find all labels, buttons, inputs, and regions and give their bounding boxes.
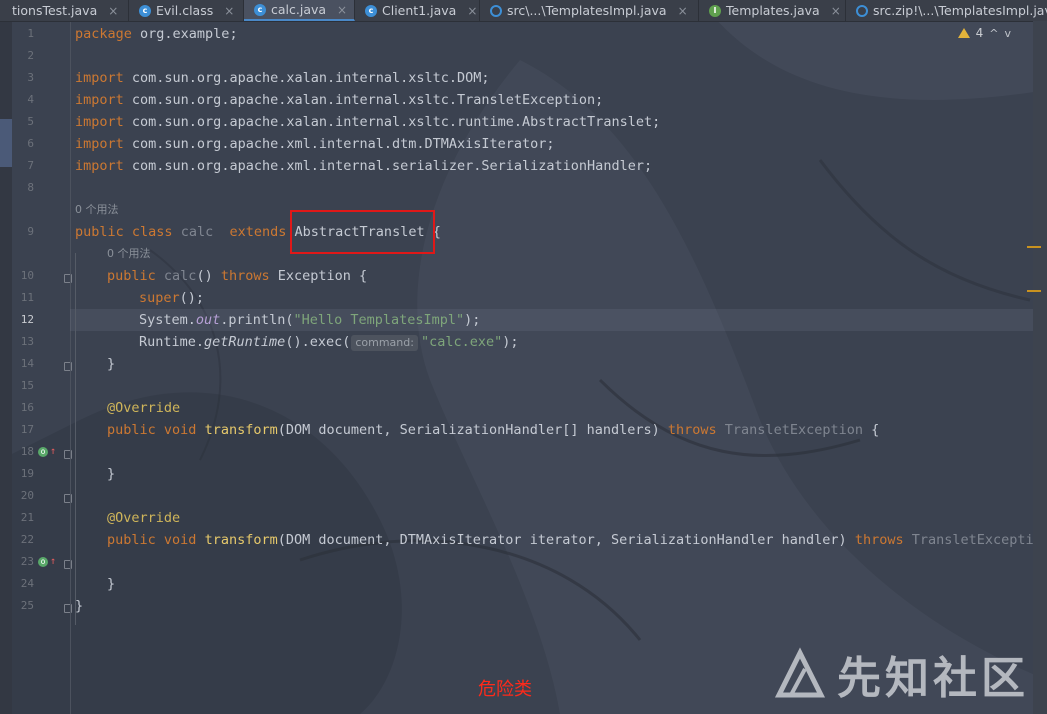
code-line-10: public calc() throws Exception { (107, 268, 368, 284)
code-line-14: } (107, 356, 116, 372)
line-number-current: 12 (20, 313, 34, 326)
annotation-caption: 危险类 (478, 679, 532, 700)
code-line-17: public void transform(DOM document, Seri… (107, 422, 880, 438)
class-c-icon: c (254, 3, 266, 16)
class-c-icon (490, 4, 502, 17)
chevron-up-icon[interactable]: ^ (989, 27, 998, 40)
warning-count: 4 (975, 26, 984, 40)
line-number: 19 (20, 467, 34, 480)
watermark-logo-icon (774, 647, 826, 698)
close-icon[interactable]: × (467, 4, 477, 18)
watermark: 先知社区 (773, 642, 1029, 706)
tab-src-templatesimpl[interactable]: src\...\TemplatesImpl.java × (480, 0, 699, 21)
gutter-divider (70, 21, 71, 714)
project-panel-edge[interactable] (0, 21, 12, 714)
class-c-icon: c (365, 4, 377, 17)
indent-guide (75, 253, 76, 625)
code-line-19: } (107, 466, 116, 482)
line-number: 23 (20, 555, 34, 568)
implements-arrow-icon[interactable]: ↑ (50, 447, 56, 457)
interface-i-icon: I (709, 4, 721, 17)
right-tool-strip[interactable] (1033, 21, 1047, 714)
line-number: 4 (27, 93, 34, 106)
line-number: 15 (20, 379, 34, 392)
line-number: 8 (27, 181, 34, 194)
override-icon[interactable]: o (38, 557, 48, 567)
code-line-16: @Override (107, 400, 181, 416)
tab-label: Templates.java (726, 3, 820, 18)
implements-arrow-icon[interactable]: ↑ (50, 557, 56, 567)
tab-label: Client1.java (382, 3, 457, 18)
line-number: 18 (20, 445, 34, 458)
tab-client1-java[interactable]: c Client1.java × (355, 0, 480, 21)
tab-templates-java[interactable]: I Templates.java × (699, 0, 846, 21)
code-line-5: import com.sun.org.apache.xalan.internal… (75, 114, 661, 130)
close-icon[interactable]: × (337, 3, 347, 17)
selection-marker (0, 119, 12, 167)
code-line-12: System.out.println("Hello TemplatesImpl"… (139, 312, 481, 328)
line-number: 11 (20, 291, 34, 304)
tab-label: tionsTest.java (12, 3, 98, 18)
code-line-21: @Override (107, 510, 181, 526)
line-number: 14 (20, 357, 34, 370)
tab-srczip-templatesimpl[interactable]: src.zip!\...\TemplatesImpl.java × (846, 0, 1047, 21)
code-line-4: import com.sun.org.apache.xalan.internal… (75, 92, 604, 108)
line-number: 10 (20, 269, 34, 282)
line-number: 7 (27, 159, 34, 172)
class-c-icon: c (139, 4, 151, 17)
line-number: 1 (27, 27, 34, 40)
tab-evil-class[interactable]: c Evil.class × (129, 0, 244, 21)
close-icon[interactable]: × (678, 4, 688, 18)
line-number: 20 (20, 489, 34, 502)
inspection-widget[interactable]: 4 ^ v (957, 26, 1011, 40)
code-line-11: super(); (139, 290, 205, 306)
line-number: 9 (27, 225, 34, 238)
code-line-25: } (75, 598, 84, 614)
usages-hint[interactable]: 0 个用法 (75, 199, 119, 221)
close-icon[interactable]: × (224, 4, 234, 18)
chevron-down-icon[interactable]: v (1004, 27, 1011, 40)
code-line-24: } (107, 576, 116, 592)
line-number: 3 (27, 71, 34, 84)
editor-tab-bar: tionsTest.java × c Evil.class × c calc.j… (0, 0, 1047, 22)
line-number: 5 (27, 115, 34, 128)
code-line-6: import com.sun.org.apache.xml.internal.d… (75, 136, 555, 152)
override-icon[interactable]: o (38, 447, 48, 457)
code-line-22: public void transform(DOM document, DTMA… (107, 532, 1047, 548)
tab-calc-java[interactable]: c calc.java × (244, 0, 355, 21)
line-number-gutter[interactable]: 1 2 3 4 5 6 7 8 9 10 11 12 13 14 15 16 1… (12, 21, 72, 714)
close-icon[interactable]: × (831, 4, 841, 18)
warning-icon (957, 28, 970, 38)
code-line-13: Runtime.getRuntime().exec(command: "calc.… (139, 334, 519, 351)
warning-stripe-marker[interactable] (1027, 290, 1041, 292)
code-line-3: import com.sun.org.apache.xalan.internal… (75, 70, 490, 86)
parameter-hint: command: (351, 335, 418, 351)
tab-label: src.zip!\...\TemplatesImpl.java (873, 3, 1047, 18)
warning-stripe-marker[interactable] (1027, 246, 1041, 248)
line-number: 25 (20, 599, 34, 612)
tab-label: Evil.class (156, 3, 214, 18)
usages-hint[interactable]: 0 个用法 (107, 243, 151, 265)
code-line-1: package org.example; (75, 26, 238, 42)
line-number: 6 (27, 137, 34, 150)
tab-label: calc.java (271, 2, 327, 17)
watermark-text: 先知社区 (837, 653, 1029, 704)
class-c-icon (856, 4, 868, 17)
line-number: 21 (20, 511, 34, 524)
tab-label: src\...\TemplatesImpl.java (507, 3, 667, 18)
close-icon[interactable]: × (108, 4, 118, 18)
line-number: 24 (20, 577, 34, 590)
line-number: 17 (20, 423, 34, 436)
line-number: 22 (20, 533, 34, 546)
line-number: 2 (27, 49, 34, 62)
tab-tionstest[interactable]: tionsTest.java × (0, 0, 129, 21)
line-number: 13 (20, 335, 34, 348)
code-line-7: import com.sun.org.apache.xml.internal.s… (75, 158, 653, 174)
line-number: 16 (20, 401, 34, 414)
highlight-box (290, 210, 435, 254)
